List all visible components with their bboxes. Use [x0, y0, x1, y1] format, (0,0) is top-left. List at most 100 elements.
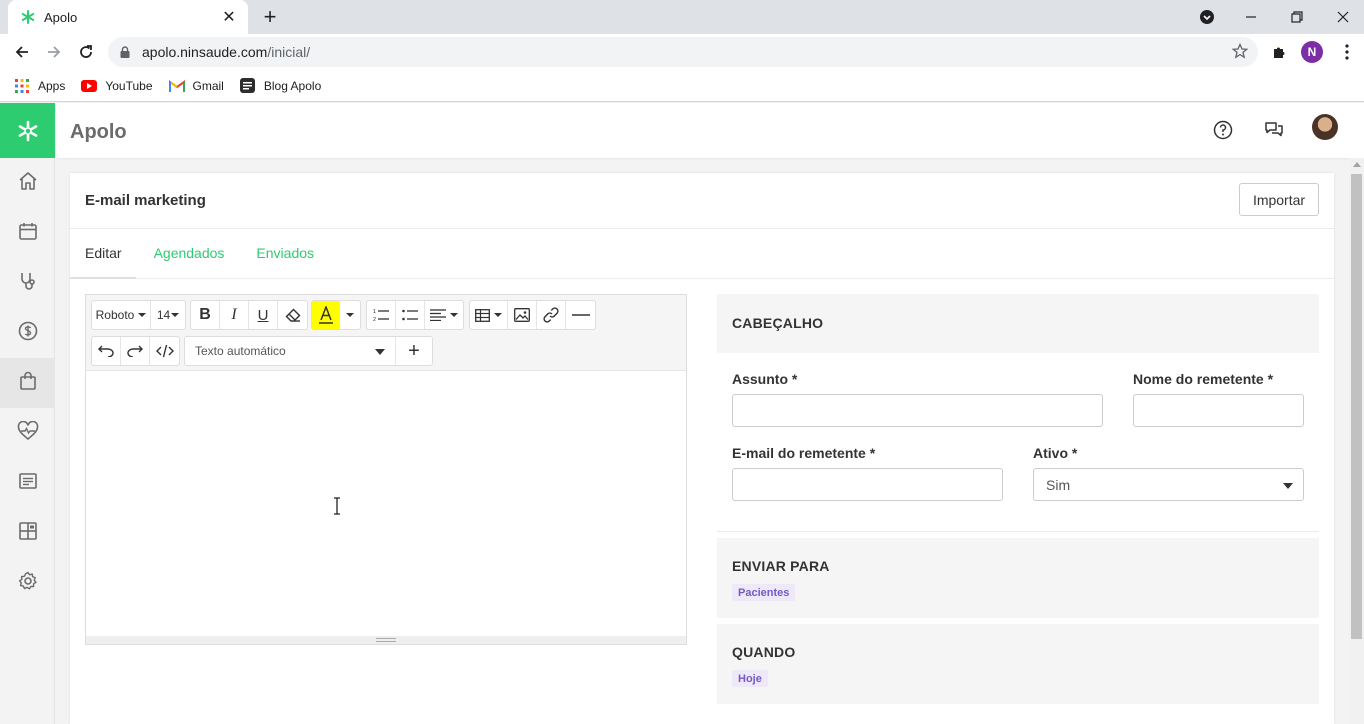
eraser-icon[interactable] — [278, 301, 307, 329]
chat-icon[interactable] — [1260, 116, 1288, 144]
redo-icon[interactable] — [121, 337, 150, 365]
back-icon[interactable] — [10, 40, 34, 64]
app-header: Apolo — [56, 103, 1364, 158]
sidebar-item-calendar[interactable] — [0, 208, 55, 258]
svg-text:2: 2 — [373, 317, 376, 322]
svg-text:1: 1 — [373, 309, 376, 315]
image-icon[interactable] — [508, 301, 537, 329]
menu-dots-icon[interactable] — [1336, 41, 1358, 63]
editor-content-area[interactable] — [86, 371, 686, 636]
import-button[interactable]: Importar — [1239, 183, 1319, 216]
tab-enviados[interactable]: Enviados — [256, 245, 314, 279]
bookmarks-bar: Apps YouTube Gmail Blog Apolo — [0, 70, 1364, 102]
scrollbar-thumb[interactable] — [1351, 174, 1362, 639]
undo-icon[interactable] — [92, 337, 121, 365]
profile-avatar[interactable]: N — [1301, 41, 1323, 63]
close-tab-icon[interactable]: ✕ — [220, 8, 238, 26]
restore-icon[interactable] — [1286, 0, 1308, 34]
close-window-icon[interactable] — [1332, 0, 1354, 34]
sidebar-item-marketing[interactable] — [0, 358, 55, 408]
subject-input[interactable] — [732, 394, 1103, 427]
bookmark-gmail[interactable]: Gmail — [168, 78, 224, 94]
when-badge: Hoje — [732, 670, 768, 687]
code-view-icon[interactable] — [150, 337, 179, 365]
font-family-select[interactable]: Roboto — [92, 301, 151, 329]
user-avatar[interactable] — [1312, 114, 1338, 140]
rich-text-editor: Roboto 14 B I U 12 Texto automático + — [85, 294, 687, 645]
section-divider — [717, 531, 1319, 532]
page-scrollbar[interactable] — [1349, 158, 1364, 724]
apps-grid-icon — [14, 78, 30, 94]
tab-editar[interactable]: Editar — [85, 245, 122, 279]
sidebar-item-financial[interactable] — [0, 308, 55, 358]
highlight-color-icon[interactable] — [312, 301, 340, 329]
apolo-favicon-icon — [20, 9, 36, 25]
font-size-select[interactable]: 14 — [151, 301, 185, 329]
editor-resize-handle[interactable] — [86, 636, 686, 644]
page-title: E-mail marketing — [85, 192, 206, 209]
reload-icon[interactable] — [74, 40, 98, 64]
align-icon[interactable] — [425, 301, 463, 329]
active-select[interactable]: Sim — [1033, 468, 1304, 501]
help-icon[interactable] — [1209, 116, 1237, 144]
active-tab-indicator — [70, 277, 136, 279]
italic-icon[interactable]: I — [220, 301, 249, 329]
bookmark-blog-apolo[interactable]: Blog Apolo — [240, 78, 321, 94]
gmail-icon — [168, 78, 185, 94]
insert-controls — [469, 300, 596, 330]
sidebar-item-dashboard[interactable] — [0, 508, 55, 558]
apolo-logo-icon[interactable] — [0, 103, 55, 158]
extensions-puzzle-icon[interactable] — [1268, 41, 1290, 63]
sidebar-item-settings[interactable] — [0, 558, 55, 608]
link-icon[interactable] — [537, 301, 566, 329]
unordered-list-icon[interactable] — [396, 301, 425, 329]
sidebar-item-clinical[interactable] — [0, 258, 55, 308]
bookmark-star-icon[interactable] — [1231, 42, 1249, 64]
forward-icon[interactable] — [42, 40, 66, 64]
scroll-up-icon[interactable] — [1353, 162, 1361, 167]
sender-email-input[interactable] — [732, 468, 1003, 501]
youtube-icon — [81, 78, 98, 94]
auto-text-select[interactable]: Texto automático — [185, 337, 396, 365]
ordered-list-icon[interactable]: 12 — [367, 301, 396, 329]
add-auto-text-icon[interactable]: + — [396, 337, 432, 365]
bookmark-apps[interactable]: Apps — [14, 78, 65, 94]
blog-icon — [240, 78, 256, 94]
horizontal-rule-icon[interactable] — [566, 301, 595, 329]
url-text: apolo.ninsaude.com/inicial/ — [142, 44, 311, 60]
sidebar-item-home[interactable] — [0, 158, 55, 208]
send-to-section[interactable]: ENVIAR PARA Pacientes — [717, 538, 1319, 618]
browser-tab[interactable]: Apolo ✕ — [8, 0, 248, 34]
browser-tab-bar: Apolo ✕ + — [0, 0, 1364, 34]
sidebar-item-health[interactable] — [0, 408, 55, 458]
table-icon[interactable] — [470, 301, 508, 329]
color-controls — [311, 300, 361, 330]
color-dropdown-icon[interactable] — [340, 301, 360, 329]
tabs: Editar Agendados Enviados — [85, 245, 346, 279]
minimize-icon[interactable] — [1240, 0, 1262, 34]
resize-grip-icon — [376, 638, 396, 642]
app-title: Apolo — [70, 121, 127, 143]
address-bar[interactable]: apolo.ninsaude.com/inicial/ — [108, 37, 1258, 67]
browser-toolbar: apolo.ninsaude.com/inicial/ N — [0, 34, 1364, 70]
bookmark-youtube[interactable]: YouTube — [81, 78, 153, 94]
tab-agendados[interactable]: Agendados — [154, 245, 225, 279]
sender-name-input[interactable] — [1133, 394, 1304, 427]
editor-toolbar: Roboto 14 B I U 12 Texto automático + — [86, 295, 686, 371]
stethoscope-icon — [18, 271, 38, 296]
underline-icon[interactable]: U — [249, 301, 278, 329]
when-section[interactable]: QUANDO Hoje — [717, 624, 1319, 704]
heart-pulse-icon — [17, 420, 39, 446]
home-icon — [18, 171, 38, 196]
tab-search-icon[interactable] — [1196, 0, 1218, 34]
sender-name-label: Nome do remetente * — [1133, 371, 1274, 387]
new-tab-icon[interactable]: + — [258, 4, 282, 29]
subject-label: Assunto * — [732, 371, 798, 387]
app-sidebar — [0, 103, 55, 724]
bold-icon[interactable]: B — [191, 301, 220, 329]
font-controls: Roboto 14 — [91, 300, 186, 330]
sidebar-item-reports[interactable] — [0, 458, 55, 508]
recipients-badge: Pacientes — [732, 584, 796, 601]
chevron-down-icon — [1283, 483, 1293, 489]
lock-icon — [120, 46, 134, 58]
